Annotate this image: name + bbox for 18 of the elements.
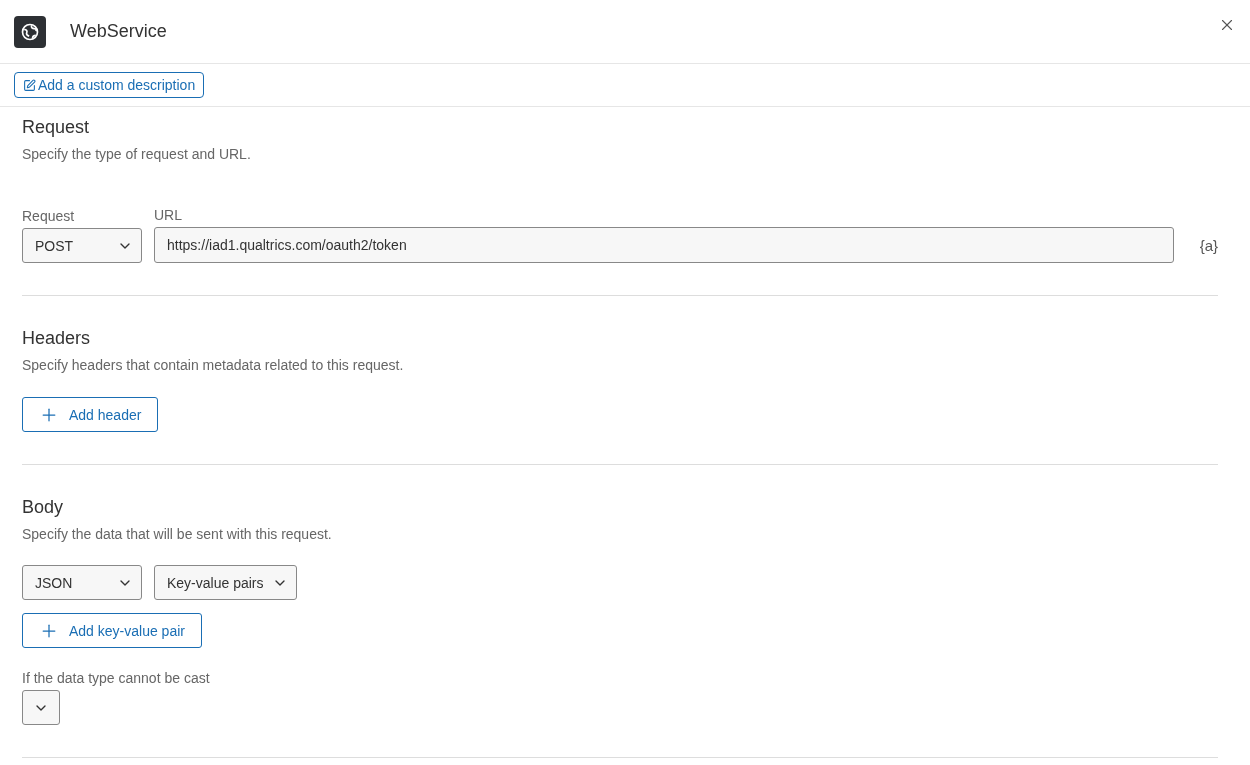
format-select[interactable]: JSON: [22, 565, 142, 600]
section-title: Headers: [22, 328, 92, 349]
add-key-value-button[interactable]: Add key-value pair: [22, 613, 202, 648]
section-description: Specify the data that will be sent with this request.: [22, 526, 333, 542]
dialog-title: WebService: [70, 21, 168, 42]
field-label: Request: [22, 208, 76, 224]
add-header-button[interactable]: Add header: [22, 397, 159, 432]
add-description-button[interactable]: Add a custom description: [14, 72, 205, 98]
method-select[interactable]: POST: [22, 228, 142, 263]
variable-token[interactable]: {a}: [1186, 237, 1218, 263]
section-description: Specify the type of request and URL.: [22, 146, 252, 162]
section-title: Request: [22, 117, 91, 138]
section-description: Specify headers that contain metadata related to this request.: [22, 357, 405, 373]
field-label: URL: [154, 207, 183, 223]
section-title: Body: [22, 497, 65, 518]
field-label: If the data type cannot be cast: [22, 670, 211, 686]
mode-select[interactable]: Key-value pairs: [154, 565, 297, 600]
url-field[interactable]: https://iad1.qualtrics.com/oauth2/token: [154, 227, 1174, 263]
